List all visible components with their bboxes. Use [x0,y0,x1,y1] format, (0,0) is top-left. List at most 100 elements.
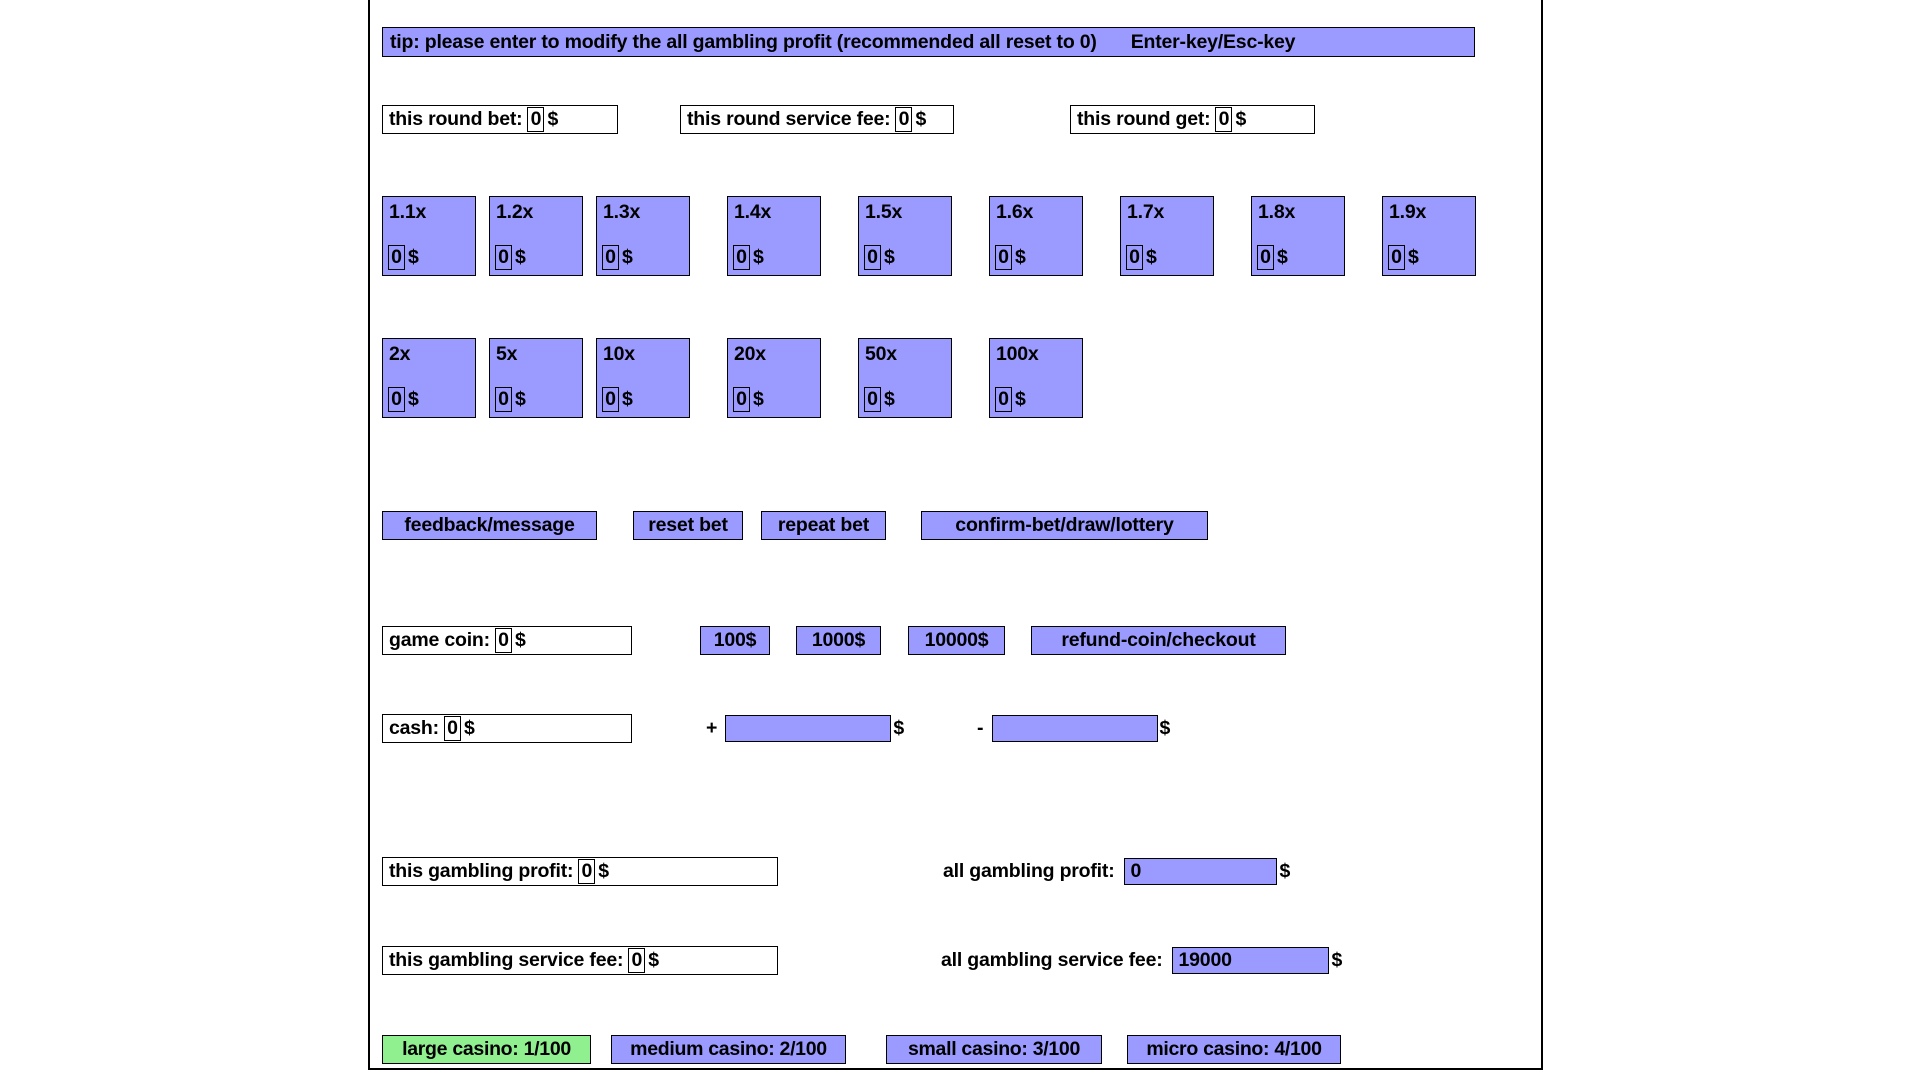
multiplier-amount[interactable]: 0 $ [602,387,633,412]
all-gambling-profit-group: all gambling profit: 0 $ [943,857,1290,886]
cash-input[interactable]: 0 [443,716,461,741]
this-gambling-service-fee-field[interactable]: this gambling service fee: 0 $ [382,946,778,975]
multiplier-tile-20x[interactable]: 20x 0 $ [727,338,821,418]
multiplier-amount-input[interactable]: 0 [602,387,619,412]
multiplier-label: 5x [496,343,518,365]
cash-add-input[interactable] [725,715,892,742]
confirm-bet-button[interactable]: confirm-bet/draw/lottery [921,511,1208,540]
multiplier-tile-1.3x[interactable]: 1.3x 0 $ [596,196,690,276]
multiplier-tile-1.6x[interactable]: 1.6x 0 $ [989,196,1083,276]
this-round-bet-field[interactable]: this round bet: 0 $ [382,105,618,134]
multiplier-amount[interactable]: 0 $ [495,387,526,412]
multiplier-label: 2x [389,343,411,365]
this-round-service-fee-unit: $ [915,108,927,130]
multiplier-amount[interactable]: 0 $ [864,245,895,270]
this-gambling-profit-input[interactable]: 0 [578,859,596,884]
multiplier-label: 1.9x [1389,201,1427,223]
cash-subtract-unit: $ [1159,717,1171,739]
game-coin-field[interactable]: game coin: 0 $ [382,626,632,655]
multiplier-amount[interactable]: 0 $ [1388,245,1419,270]
all-gambling-profit-input[interactable]: 0 [1123,858,1277,885]
this-gambling-service-fee-label: this gambling service fee: [389,949,624,971]
multiplier-amount[interactable]: 0 $ [602,245,633,270]
multiplier-amount-input[interactable]: 0 [388,387,405,412]
feedback-message-button[interactable]: feedback/message [382,511,597,540]
multiplier-amount-input[interactable]: 0 [1126,245,1143,270]
multiplier-amount-input[interactable]: 0 [864,387,881,412]
multiplier-tile-1.9x[interactable]: 1.9x 0 $ [1382,196,1476,276]
multiplier-amount-input[interactable]: 0 [733,245,750,270]
multiplier-tile-1.5x[interactable]: 1.5x 0 $ [858,196,952,276]
casino-tab-large[interactable]: large casino: 1/100 [382,1035,591,1064]
multiplier-amount-input[interactable]: 0 [602,245,619,270]
this-round-bet-label: this round bet: [389,108,523,130]
multiplier-label: 1.1x [389,201,427,223]
multiplier-amount-input[interactable]: 0 [1388,245,1405,270]
multiplier-label: 10x [603,343,635,365]
cash-label: cash: [389,717,439,739]
this-round-bet-input[interactable]: 0 [527,107,545,132]
multiplier-amount-input[interactable]: 0 [733,387,750,412]
multiplier-amount[interactable]: 0 $ [388,245,419,270]
all-gambling-service-fee-label: all gambling service fee: [941,949,1163,971]
multiplier-amount[interactable]: 0 $ [495,245,526,270]
all-gambling-profit-unit: $ [1279,860,1291,882]
casino-tab-medium[interactable]: medium casino: 2/100 [611,1035,846,1064]
this-round-get-input[interactable]: 0 [1215,107,1233,132]
multiplier-amount-unit: $ [408,388,419,410]
multiplier-amount-input[interactable]: 0 [1257,245,1274,270]
cash-add-unit: $ [893,717,905,739]
multiplier-amount-input[interactable]: 0 [864,245,881,270]
this-gambling-profit-unit: $ [598,860,609,882]
multiplier-label: 1.3x [603,201,641,223]
multiplier-tile-1.2x[interactable]: 1.2x 0 $ [489,196,583,276]
multiplier-tile-2x[interactable]: 2x 0 $ [382,338,476,418]
this-round-service-fee-label: this round service fee: [687,108,891,130]
multiplier-tile-1.1x[interactable]: 1.1x 0 $ [382,196,476,276]
multiplier-amount[interactable]: 0 $ [733,387,764,412]
multiplier-label: 1.7x [1127,201,1165,223]
multiplier-amount[interactable]: 0 $ [995,387,1026,412]
add-coin-1000-button[interactable]: 1000$ [796,626,881,655]
multiplier-amount-input[interactable]: 0 [995,387,1012,412]
game-coin-input[interactable]: 0 [494,628,512,653]
this-round-get-field[interactable]: this round get: 0 $ [1070,105,1315,134]
multiplier-amount[interactable]: 0 $ [864,387,895,412]
multiplier-tile-1.4x[interactable]: 1.4x 0 $ [727,196,821,276]
multiplier-tile-100x[interactable]: 100x 0 $ [989,338,1083,418]
multiplier-amount[interactable]: 0 $ [733,245,764,270]
cash-unit: $ [463,717,475,739]
reset-bet-button[interactable]: reset bet [633,511,743,540]
this-gambling-service-fee-unit: $ [648,949,659,971]
repeat-bet-button[interactable]: repeat bet [761,511,886,540]
add-coin-10000-button[interactable]: 10000$ [908,626,1005,655]
game-coin-unit: $ [514,629,526,651]
multiplier-amount[interactable]: 0 $ [1257,245,1288,270]
all-gambling-service-fee-input[interactable]: 19000 [1171,947,1329,974]
refund-coin-checkout-button[interactable]: refund-coin/checkout [1031,626,1286,655]
multiplier-tile-50x[interactable]: 50x 0 $ [858,338,952,418]
multiplier-amount[interactable]: 0 $ [995,245,1026,270]
add-coin-100-button[interactable]: 100$ [700,626,770,655]
multiplier-amount[interactable]: 0 $ [1126,245,1157,270]
casino-tab-small[interactable]: small casino: 3/100 [886,1035,1102,1064]
cash-field[interactable]: cash: 0 $ [382,714,632,743]
this-gambling-service-fee-input[interactable]: 0 [628,948,646,973]
multiplier-amount-input[interactable]: 0 [495,387,512,412]
this-round-service-fee-field[interactable]: this round service fee: 0 $ [680,105,954,134]
multiplier-label: 20x [734,343,766,365]
casino-tab-micro[interactable]: micro casino: 4/100 [1127,1035,1341,1064]
multiplier-tile-5x[interactable]: 5x 0 $ [489,338,583,418]
multiplier-tile-10x[interactable]: 10x 0 $ [596,338,690,418]
multiplier-label: 1.5x [865,201,903,223]
this-round-service-fee-input[interactable]: 0 [895,107,913,132]
multiplier-tile-1.7x[interactable]: 1.7x 0 $ [1120,196,1214,276]
multiplier-amount-input[interactable]: 0 [495,245,512,270]
multiplier-amount-input[interactable]: 0 [995,245,1012,270]
multiplier-amount[interactable]: 0 $ [388,387,419,412]
this-gambling-profit-field[interactable]: this gambling profit: 0 $ [382,857,778,886]
cash-subtract-input[interactable] [991,715,1158,742]
multiplier-tile-1.8x[interactable]: 1.8x 0 $ [1251,196,1345,276]
multiplier-label: 1.6x [996,201,1034,223]
multiplier-amount-input[interactable]: 0 [388,245,405,270]
